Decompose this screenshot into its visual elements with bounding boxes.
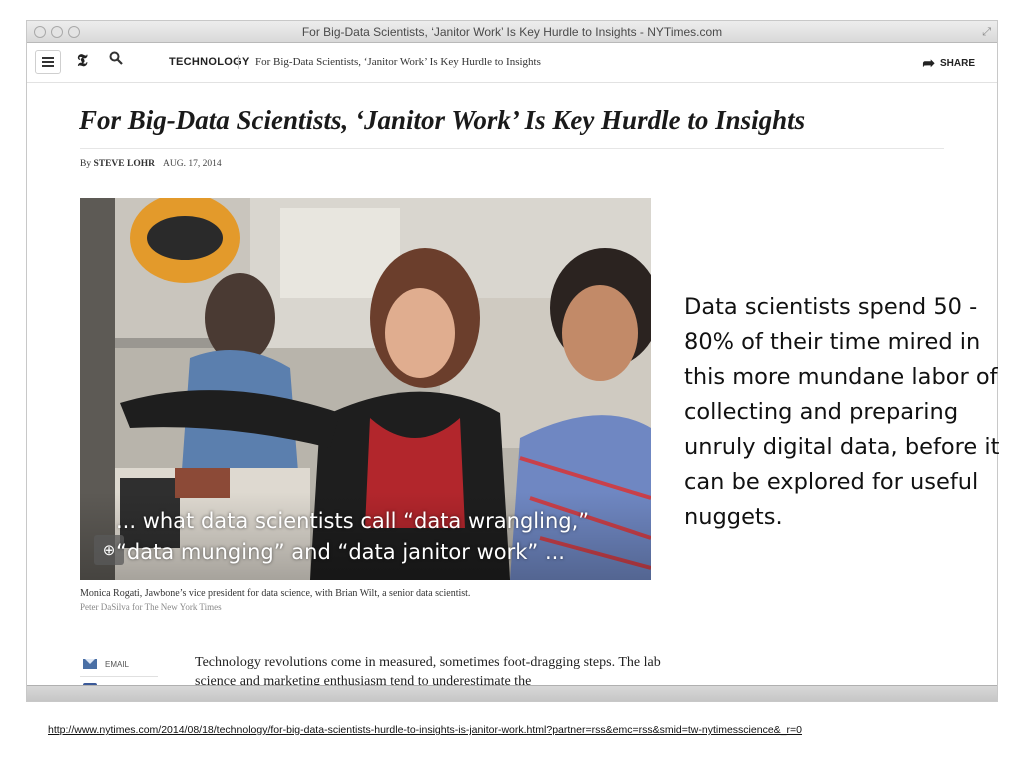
photo-quote-line-2: “data munging” and “data janitor work” .… [116,540,565,564]
menu-button[interactable] [35,50,61,74]
site-header: 𝕿 TECHNOLOGY For Big-Data Scientists, ‘J… [27,43,997,83]
share-label: SHARE [939,57,975,69]
share-button[interactable]: ➦ SHARE [922,54,975,72]
email-share-link[interactable]: EMAIL [83,659,129,669]
hamburger-icon [42,61,54,63]
fullscreen-icon[interactable]: ⤢ [982,26,991,39]
publish-date: AUG. 17, 2014 [162,159,222,169]
article-body: Technology revolutions come in measured,… [195,655,661,687]
photo-caption: Monica Rogati, Jawbone’s vice president … [80,588,471,599]
nyt-logo-icon[interactable]: 𝕿 [77,51,87,71]
search-icon[interactable] [109,51,123,69]
email-icon [83,659,97,669]
article-headline: For Big-Data Scientists, ‘Janitor Work’ … [79,105,806,135]
source-url-link[interactable]: http://www.nytimes.com/2014/08/18/techno… [48,724,802,736]
header-headline: For Big-Data Scientists, ‘Janitor Work’ … [255,56,541,68]
photo-credit: Peter DaSilva for The New York Times [80,602,222,612]
window-status-bar [27,685,997,701]
email-label: EMAIL [105,659,130,669]
photo-quote-line-1: ... what data scientists call “data wran… [116,509,590,533]
byline-prefix: By [80,159,94,169]
photo-overlay [80,492,651,580]
window-titlebar: For Big-Data Scientists, ‘Janitor Work’ … [27,21,997,43]
share-arrow-icon: ➦ [922,55,935,72]
share-tools-divider [80,676,158,677]
window-title: For Big-Data Scientists, ‘Janitor Work’ … [301,25,723,39]
headline-divider [80,148,944,149]
slide-side-text: Data scientists spend 50 - 80% of their … [684,294,1000,530]
author-link[interactable]: STEVE LOHR [93,159,155,169]
byline: By STEVE LOHR AUG. 17, 2014 [80,159,222,169]
nav-divider [238,55,239,69]
article-photo[interactable]: ... what data scientists call “data wran… [80,198,651,580]
